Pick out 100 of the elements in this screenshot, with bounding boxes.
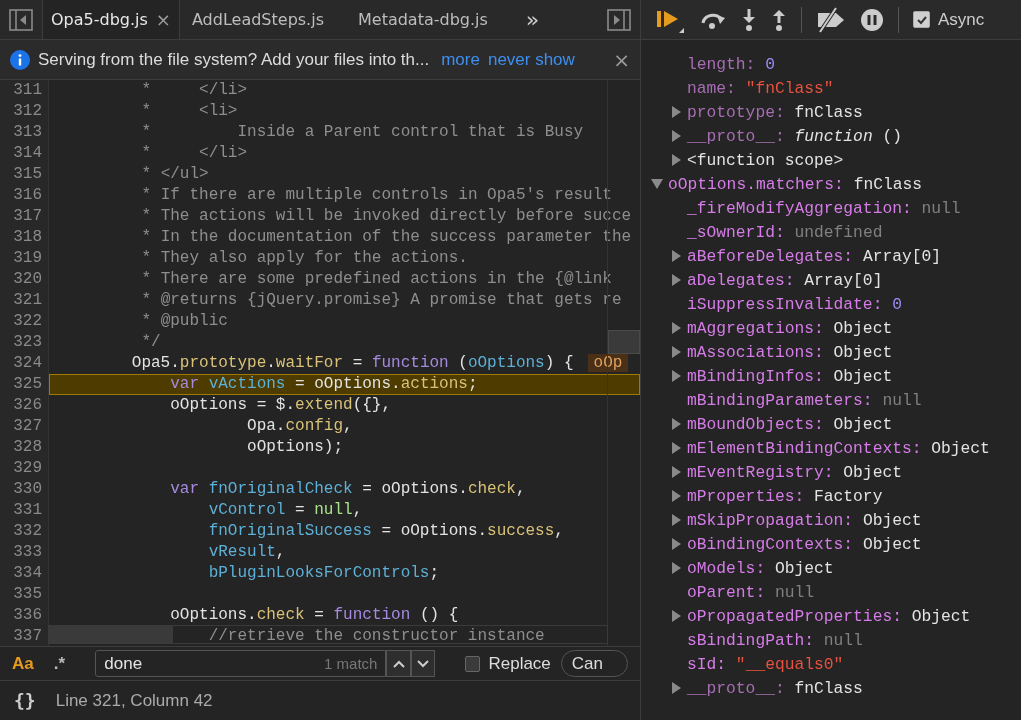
code-line: * </li>	[141, 81, 248, 99]
expand-arrow-icon[interactable]	[670, 346, 682, 358]
scope-entry[interactable]: aDelegates: Array[0]	[687, 270, 883, 290]
code-line: fnOriginalSuccess = oOptions.success,	[208, 522, 564, 540]
expand-arrow-icon[interactable]	[670, 466, 682, 478]
code-line: //retrieve the constructor instance	[208, 627, 545, 645]
expand-arrow-icon[interactable]	[670, 274, 682, 286]
expand-arrow-icon[interactable]	[670, 250, 682, 262]
scope-entry[interactable]: mProperties: Factory	[687, 486, 883, 506]
line-number: 331	[0, 500, 49, 521]
collapse-arrow-icon[interactable]	[651, 179, 663, 189]
expand-arrow-icon[interactable]	[670, 418, 682, 430]
code-line: vResult,	[208, 543, 286, 561]
scope-entry[interactable]: __proto__: fnClass	[687, 678, 863, 698]
pause-icon[interactable]	[860, 7, 884, 32]
scope-entry[interactable]: mEventRegistry: Object	[687, 462, 902, 482]
scope-entry[interactable]: prototype: fnClass	[687, 102, 863, 122]
close-button[interactable]: ×	[613, 47, 630, 72]
step-into-icon[interactable]	[741, 7, 757, 32]
scope-entry[interactable]: mAggregations: Object	[687, 318, 893, 338]
line-number: 321	[0, 290, 49, 311]
scope-entry[interactable]: mBindingParameters: null	[687, 390, 922, 410]
more-tabs-button[interactable]: »	[525, 7, 540, 32]
deactivate-breakpoints-icon[interactable]	[816, 6, 846, 33]
code-line: * The actions will be invoked directly before succe	[141, 207, 632, 225]
expand-arrow-icon[interactable]	[670, 682, 682, 694]
line-number: 325	[0, 374, 49, 395]
cursor-position: Line 321, Column 42	[55, 690, 213, 711]
code-line: */	[141, 333, 161, 351]
line-number: 316	[0, 185, 49, 206]
file-tab[interactable]: Metadata-dbg.js	[350, 0, 496, 39]
scope-entry[interactable]: _sOwnerId: undefined	[687, 222, 883, 242]
scope-entry[interactable]: mAssociations: Object	[687, 342, 893, 362]
line-number: 315	[0, 164, 49, 185]
line-number: 313	[0, 122, 49, 143]
scope-entry[interactable]: oBindingContexts: Object	[687, 534, 922, 554]
line-number: 329	[0, 458, 49, 479]
pretty-print-button[interactable]: {}	[14, 690, 36, 711]
line-number: 326	[0, 395, 49, 416]
scope-entry[interactable]: mBindingInfos: Object	[687, 366, 893, 386]
code-line: * </li>	[141, 144, 248, 162]
line-number: 333	[0, 542, 49, 563]
scope-entry[interactable]: __proto__: function ()	[687, 126, 902, 146]
scope-entry[interactable]: name: "fnClass"	[687, 78, 834, 98]
expand-arrow-icon[interactable]	[670, 106, 682, 118]
step-out-icon[interactable]	[771, 7, 787, 32]
match-case-toggle[interactable]: Aa	[12, 653, 46, 674]
scope-entry[interactable]: <function scope>	[687, 150, 844, 170]
line-number: 324	[0, 353, 49, 374]
code-line: * If there are multiple controls in Opa5's result	[141, 186, 612, 204]
expand-arrow-icon[interactable]	[670, 610, 682, 622]
code-line: vControl = null,	[208, 501, 363, 519]
async-label: Async	[938, 9, 985, 30]
scope-entry[interactable]: _fireModifyAggregation: null	[687, 198, 961, 218]
scope-entry[interactable]: sBindingPath: null	[687, 630, 863, 650]
info-link[interactable]: never show	[487, 49, 575, 70]
scope-entry[interactable]: oOptions.matchers: fnClass	[668, 174, 923, 194]
expand-arrow-icon[interactable]	[670, 442, 682, 454]
scope-entry[interactable]: oParent: null	[687, 582, 815, 602]
async-checkbox[interactable]	[913, 11, 930, 28]
line-number: 323	[0, 332, 49, 353]
expand-arrow-icon[interactable]	[670, 322, 682, 334]
line-number: 334	[0, 563, 49, 584]
scope-entry[interactable]: sId: "__equals0"	[687, 654, 844, 674]
search-field[interactable]: done 1 match	[95, 650, 387, 677]
info-link[interactable]: more	[441, 49, 480, 70]
line-number: 320	[0, 269, 49, 290]
scrollbar-thumb[interactable]	[608, 330, 640, 354]
expand-arrow-icon[interactable]	[670, 370, 682, 382]
expand-arrow-icon[interactable]	[670, 130, 682, 142]
previous-match-button[interactable]	[386, 650, 411, 677]
sidebar-toggle-icon[interactable]	[9, 8, 33, 31]
file-tab[interactable]: Opa5-dbg.js ×	[42, 0, 180, 39]
line-number: 336	[0, 605, 49, 626]
code-line: * </ul>	[141, 165, 209, 183]
expand-arrow-icon[interactable]	[670, 538, 682, 550]
panel-toggle-icon[interactable]	[607, 8, 631, 31]
scope-entry[interactable]: length: 0	[687, 54, 775, 74]
scope-entry[interactable]: oPropagatedProperties: Object	[687, 606, 971, 626]
regex-toggle[interactable]: .*	[53, 653, 88, 674]
cancel-button[interactable]: Can	[560, 650, 628, 677]
replace-checkbox[interactable]	[465, 655, 481, 672]
code-line: Opa.config,	[247, 417, 353, 435]
scope-entry[interactable]: mElementBindingContexts: Object	[687, 438, 990, 458]
line-number: 330	[0, 479, 49, 500]
scope-entry[interactable]: iSuppressInvalidate: 0	[687, 294, 902, 314]
file-tab[interactable]: AddLeadSteps.js	[183, 0, 332, 39]
next-match-button[interactable]	[410, 650, 436, 677]
expand-arrow-icon[interactable]	[670, 154, 682, 166]
line-number: 311	[0, 80, 49, 101]
expand-arrow-icon[interactable]	[670, 562, 682, 574]
scope-entry[interactable]: oModels: Object	[687, 558, 834, 578]
scope-entry[interactable]: aBeforeDelegates: Array[0]	[687, 246, 942, 266]
expand-arrow-icon[interactable]	[670, 490, 682, 502]
scope-entry[interactable]: mBoundObjects: Object	[687, 414, 893, 434]
code-line: bPluginLooksForControls;	[208, 564, 440, 582]
expand-arrow-icon[interactable]	[670, 514, 682, 526]
chevron-up-icon	[392, 659, 405, 668]
code-line: * @returns {jQuery.promise} A promise that gets re	[141, 291, 622, 309]
scope-entry[interactable]: mSkipPropagation: Object	[687, 510, 922, 530]
